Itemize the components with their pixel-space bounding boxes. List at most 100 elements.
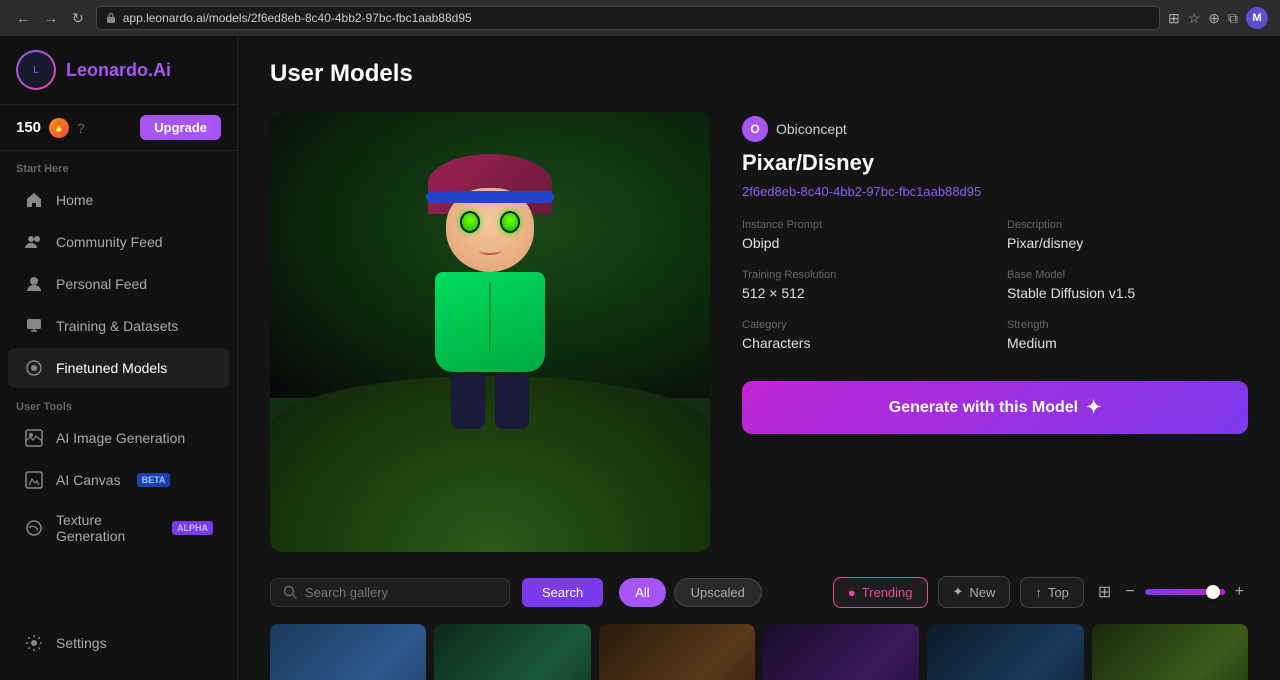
texture-alpha-badge: ALPHA	[172, 521, 213, 535]
generate-btn-label: Generate with this Model	[889, 399, 1078, 417]
description-value: Pixar/disney	[1007, 235, 1083, 251]
sidebar-item-training-label: Training & Datasets	[56, 318, 178, 334]
sidebar-item-finetuned[interactable]: Finetuned Models	[8, 348, 229, 388]
logo-inner: L	[18, 52, 54, 88]
main-content: User Models	[238, 36, 1280, 680]
grid-size-slider[interactable]	[1145, 589, 1225, 595]
filter-tabs: All Upscaled	[619, 578, 762, 607]
address-bar[interactable]: app.leonardo.ai/models/2f6ed8eb-8c40-4bb…	[96, 6, 1160, 30]
forward-button[interactable]: →	[40, 8, 62, 28]
grid-minus-button[interactable]: −	[1121, 579, 1138, 605]
gallery-grid	[270, 624, 1248, 680]
char-zipper	[489, 282, 491, 352]
sidebar-item-ai-canvas-label: AI Canvas	[56, 472, 121, 488]
model-id[interactable]: 2f6ed8eb-8c40-4bb2-97bc-fbc1aab88d95	[742, 184, 1248, 199]
model-image-container	[270, 112, 710, 552]
top-button[interactable]: ↑ Top	[1020, 577, 1083, 608]
browser-actions: ⊞ ☆ ⊕ ⧉ M	[1168, 7, 1268, 29]
brand-accent: Ai	[153, 60, 171, 80]
base-model-label: Base Model	[1007, 269, 1248, 281]
category-item: Category Characters	[742, 319, 983, 353]
description-item: Description Pixar/disney	[1007, 219, 1248, 253]
home-icon	[24, 190, 44, 210]
settings-icon	[24, 633, 44, 653]
creator-name: Obiconcept	[776, 121, 847, 137]
sidebar: L Leonardo.Ai 150 🔥 ? Upgrade Start Here…	[0, 36, 238, 680]
char-head	[440, 176, 540, 276]
back-button[interactable]: ←	[12, 8, 34, 28]
search-button[interactable]: Search	[522, 578, 603, 607]
sidebar-item-community-feed[interactable]: Community Feed	[8, 222, 229, 262]
gallery-thumb-2[interactable]	[434, 624, 590, 680]
gallery-thumb-6[interactable]	[1092, 624, 1248, 680]
credits-bar: 150 🔥 ? Upgrade	[0, 105, 237, 151]
char-eye-left	[460, 211, 480, 233]
grid-controls: ⊞ − +	[1094, 578, 1248, 606]
category-label: Category	[742, 319, 983, 331]
sidebar-item-settings-label: Settings	[56, 635, 107, 651]
canvas-icon	[24, 470, 44, 490]
description-label: Description	[1007, 219, 1248, 231]
help-icon[interactable]: ?	[77, 120, 85, 136]
start-here-label: Start Here	[0, 151, 237, 179]
generate-button[interactable]: Generate with this Model ✦	[742, 381, 1248, 434]
lock-icon	[105, 12, 117, 24]
sidebar-header: L Leonardo.Ai	[0, 36, 237, 105]
gallery-thumb-3[interactable]	[599, 624, 755, 680]
filter-upscaled-tab[interactable]: Upscaled	[674, 578, 762, 607]
app-container: L Leonardo.Ai 150 🔥 ? Upgrade Start Here…	[0, 36, 1280, 680]
training-resolution-label: Training Resolution	[742, 269, 983, 281]
grid-plus-button[interactable]: +	[1231, 579, 1248, 605]
training-resolution-value: 512 × 512	[742, 285, 805, 301]
sidebar-item-ai-image-label: AI Image Generation	[56, 430, 185, 446]
training-icon	[24, 316, 44, 336]
creator-avatar: O	[742, 116, 768, 142]
strength-item: Strength Medium	[1007, 319, 1248, 353]
credits-icon: 🔥	[49, 118, 69, 138]
gallery-thumb-5[interactable]	[927, 624, 1083, 680]
sidebar-item-training[interactable]: Training & Datasets	[8, 306, 229, 346]
instance-prompt-item: Instance Prompt Obipd	[742, 219, 983, 253]
char-jacket	[435, 272, 545, 372]
reload-button[interactable]: ↻	[68, 8, 88, 29]
search-container	[270, 578, 510, 607]
new-button[interactable]: ✦ New	[938, 576, 1011, 608]
search-icon	[283, 585, 297, 599]
base-model-item: Base Model Stable Diffusion v1.5	[1007, 269, 1248, 303]
gallery-thumb-1[interactable]	[270, 624, 426, 680]
trending-button[interactable]: ● Trending	[833, 577, 928, 608]
trending-dot: ●	[848, 585, 856, 600]
sidebar-item-texture[interactable]: Texture Generation ALPHA	[8, 502, 229, 554]
sidebar-item-home[interactable]: Home	[8, 180, 229, 220]
model-info-panel: O Obiconcept Pixar/Disney 2f6ed8eb-8c40-…	[742, 112, 1248, 552]
new-label: New	[969, 585, 995, 600]
instance-prompt-value: Obipd	[742, 235, 779, 251]
grid-slider-container	[1145, 589, 1225, 595]
profile-icon[interactable]: ⊕	[1208, 10, 1220, 27]
url-text: app.leonardo.ai/models/2f6ed8eb-8c40-4bb…	[123, 11, 472, 25]
search-input[interactable]	[305, 585, 497, 600]
sidebar-item-ai-canvas[interactable]: AI Canvas BETA	[8, 460, 229, 500]
window-icon[interactable]: ⧉	[1228, 10, 1238, 27]
sidebar-item-finetuned-label: Finetuned Models	[56, 360, 167, 376]
user-avatar[interactable]: M	[1246, 7, 1268, 29]
sidebar-item-settings[interactable]: Settings	[8, 623, 229, 663]
sidebar-item-personal-feed[interactable]: Personal Feed	[8, 264, 229, 304]
gallery-thumb-4[interactable]	[763, 624, 919, 680]
filter-all-tab[interactable]: All	[619, 578, 665, 607]
char-leg-left	[451, 374, 485, 429]
top-label: Top	[1048, 585, 1069, 600]
grid-view-button[interactable]: ⊞	[1094, 578, 1115, 606]
upgrade-button[interactable]: Upgrade	[140, 115, 221, 140]
ai-canvas-beta-badge: BETA	[137, 473, 171, 487]
model-creator: O Obiconcept	[742, 116, 1248, 142]
sidebar-item-ai-image[interactable]: AI Image Generation	[8, 418, 229, 458]
trending-label: Trending	[862, 585, 913, 600]
extensions-icon[interactable]: ⊞	[1168, 10, 1180, 27]
character	[435, 176, 545, 429]
generate-btn-icon: ✦	[1086, 397, 1101, 418]
texture-icon	[24, 518, 44, 538]
logo-avatar: L	[16, 50, 56, 90]
star-icon[interactable]: ☆	[1188, 10, 1201, 27]
image-gen-icon	[24, 428, 44, 448]
